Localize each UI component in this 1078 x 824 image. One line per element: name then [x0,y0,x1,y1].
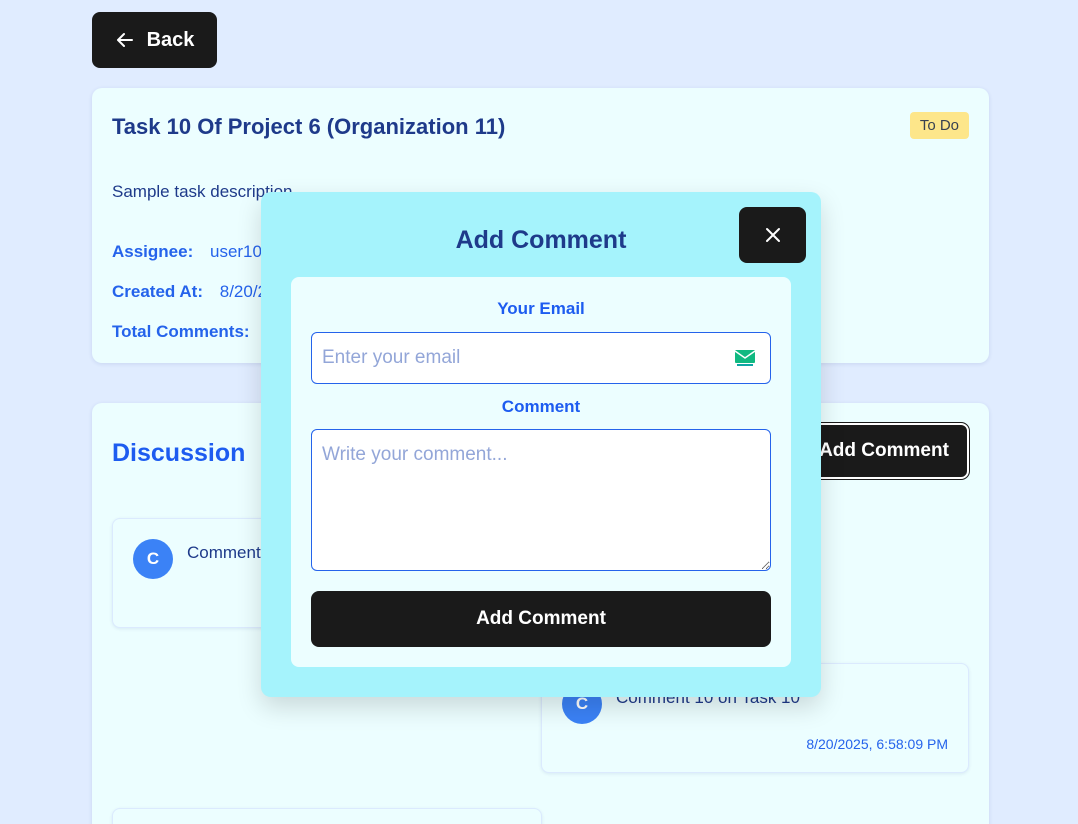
modal-title: Add Comment [455,226,627,254]
arrow-left-icon [116,33,133,47]
submit-comment-button[interactable]: Add Comment [311,591,771,647]
close-icon [765,228,780,242]
comment-textarea[interactable] [311,429,771,571]
mail-icon [734,350,756,366]
comment-card [112,808,542,824]
total-comments-label: Total Comments: [112,322,250,341]
created-at-value: 8/20/2 [219,282,267,301]
avatar: C [133,539,173,579]
email-label: Your Email [497,299,585,318]
comment-form: Your Email Comment Add Comment [291,277,791,667]
status-badge: To Do [909,112,969,139]
add-comment-modal: Add Comment Your Email Comment Add Comme… [261,192,821,697]
assignee-label: Assignee: [112,242,194,261]
comment-label: Comment [501,397,581,416]
discussion-title: Discussion [112,439,246,467]
task-title: Task 10 Of Project 6 (Organization 11) [112,114,506,139]
created-at-row: Created At: 8/20/2 [112,282,267,302]
comment-text: Comment [187,543,261,562]
assignee-row: Assignee: user10@ [112,242,279,262]
email-input[interactable] [311,332,771,384]
close-button[interactable] [739,207,806,263]
comment-timestamp: 8/20/2025, 6:58:09 PM [806,736,948,752]
total-comments-row: Total Comments: [112,322,262,342]
back-button-label: Back [146,28,195,51]
back-button[interactable]: Back [92,12,217,68]
created-at-label: Created At: [112,282,203,301]
open-add-comment-button[interactable]: Add Comment [798,422,970,480]
